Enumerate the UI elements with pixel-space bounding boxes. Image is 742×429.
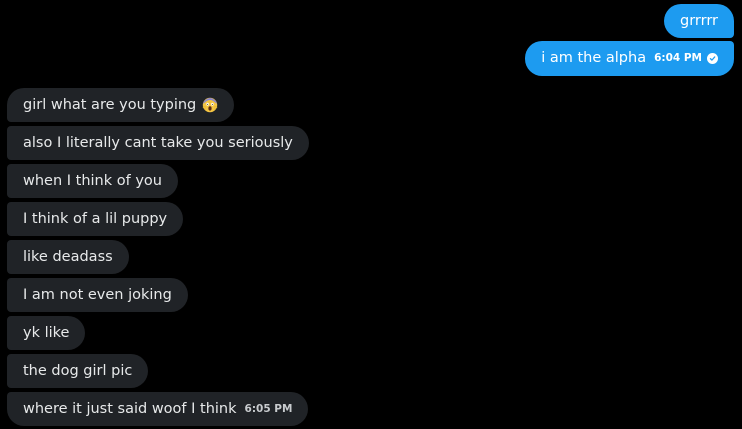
incoming-message-bubble[interactable]: like deadass bbox=[7, 240, 129, 274]
message-meta: 6:04 PM bbox=[654, 53, 718, 64]
incoming-message-bubble[interactable]: I am not even joking bbox=[7, 278, 188, 312]
outgoing-message-bubble[interactable]: grrrrr bbox=[664, 4, 734, 38]
read-check-icon bbox=[707, 53, 718, 64]
message-meta: 6:05 PM bbox=[245, 404, 293, 415]
message-text: when I think of you bbox=[23, 172, 162, 189]
message-row-incoming: where it just said woof I think 6:05 PM bbox=[0, 392, 742, 426]
message-text: grrrrr bbox=[680, 12, 718, 29]
message-row-incoming: I think of a lil puppy bbox=[0, 202, 742, 236]
message-text: also I literally cant take you seriously bbox=[23, 134, 293, 151]
message-text: I think of a lil puppy bbox=[23, 210, 168, 227]
incoming-message-bubble[interactable]: I think of a lil puppy bbox=[7, 202, 184, 236]
message-timestamp: 6:05 PM bbox=[244, 402, 293, 415]
message-text: i am the alpha bbox=[541, 50, 647, 67]
message-timestamp: 6:04 PM bbox=[654, 52, 702, 65]
outgoing-message-bubble[interactable]: i am the alpha 6:04 PM bbox=[525, 41, 734, 76]
incoming-message-bubble[interactable]: the dog girl pic bbox=[7, 354, 149, 388]
message-row-outgoing: i am the alpha 6:04 PM bbox=[0, 41, 742, 76]
message-row-incoming: the dog girl pic bbox=[0, 354, 742, 388]
incoming-message-bubble[interactable]: when I think of you bbox=[7, 164, 178, 198]
message-text: the dog girl pic bbox=[23, 362, 133, 379]
message-row-incoming: girl what are you typing bbox=[0, 88, 742, 122]
message-row-outgoing: grrrrr bbox=[0, 4, 742, 38]
message-text: I am not even joking bbox=[23, 286, 172, 303]
incoming-message-bubble[interactable]: where it just said woof I think 6:05 PM bbox=[7, 392, 309, 426]
message-row-incoming: yk like bbox=[0, 316, 742, 350]
screaming-face-emoji bbox=[202, 97, 218, 113]
incoming-message-bubble[interactable]: yk like bbox=[7, 316, 86, 350]
message-row-incoming: like deadass bbox=[0, 240, 742, 274]
message-text: where it just said woof I think bbox=[23, 400, 237, 417]
message-text: yk like bbox=[23, 324, 70, 341]
message-thread: grrrrr i am the alpha 6:04 PM girl what … bbox=[0, 0, 742, 429]
message-row-incoming: also I literally cant take you seriously bbox=[0, 126, 742, 160]
message-row-incoming: when I think of you bbox=[0, 164, 742, 198]
message-text: like deadass bbox=[23, 248, 113, 265]
incoming-message-bubble[interactable]: girl what are you typing bbox=[7, 88, 235, 122]
message-row-incoming: I am not even joking bbox=[0, 278, 742, 312]
incoming-message-bubble[interactable]: also I literally cant take you seriously bbox=[7, 126, 309, 160]
message-text: girl what are you typing bbox=[23, 96, 197, 113]
